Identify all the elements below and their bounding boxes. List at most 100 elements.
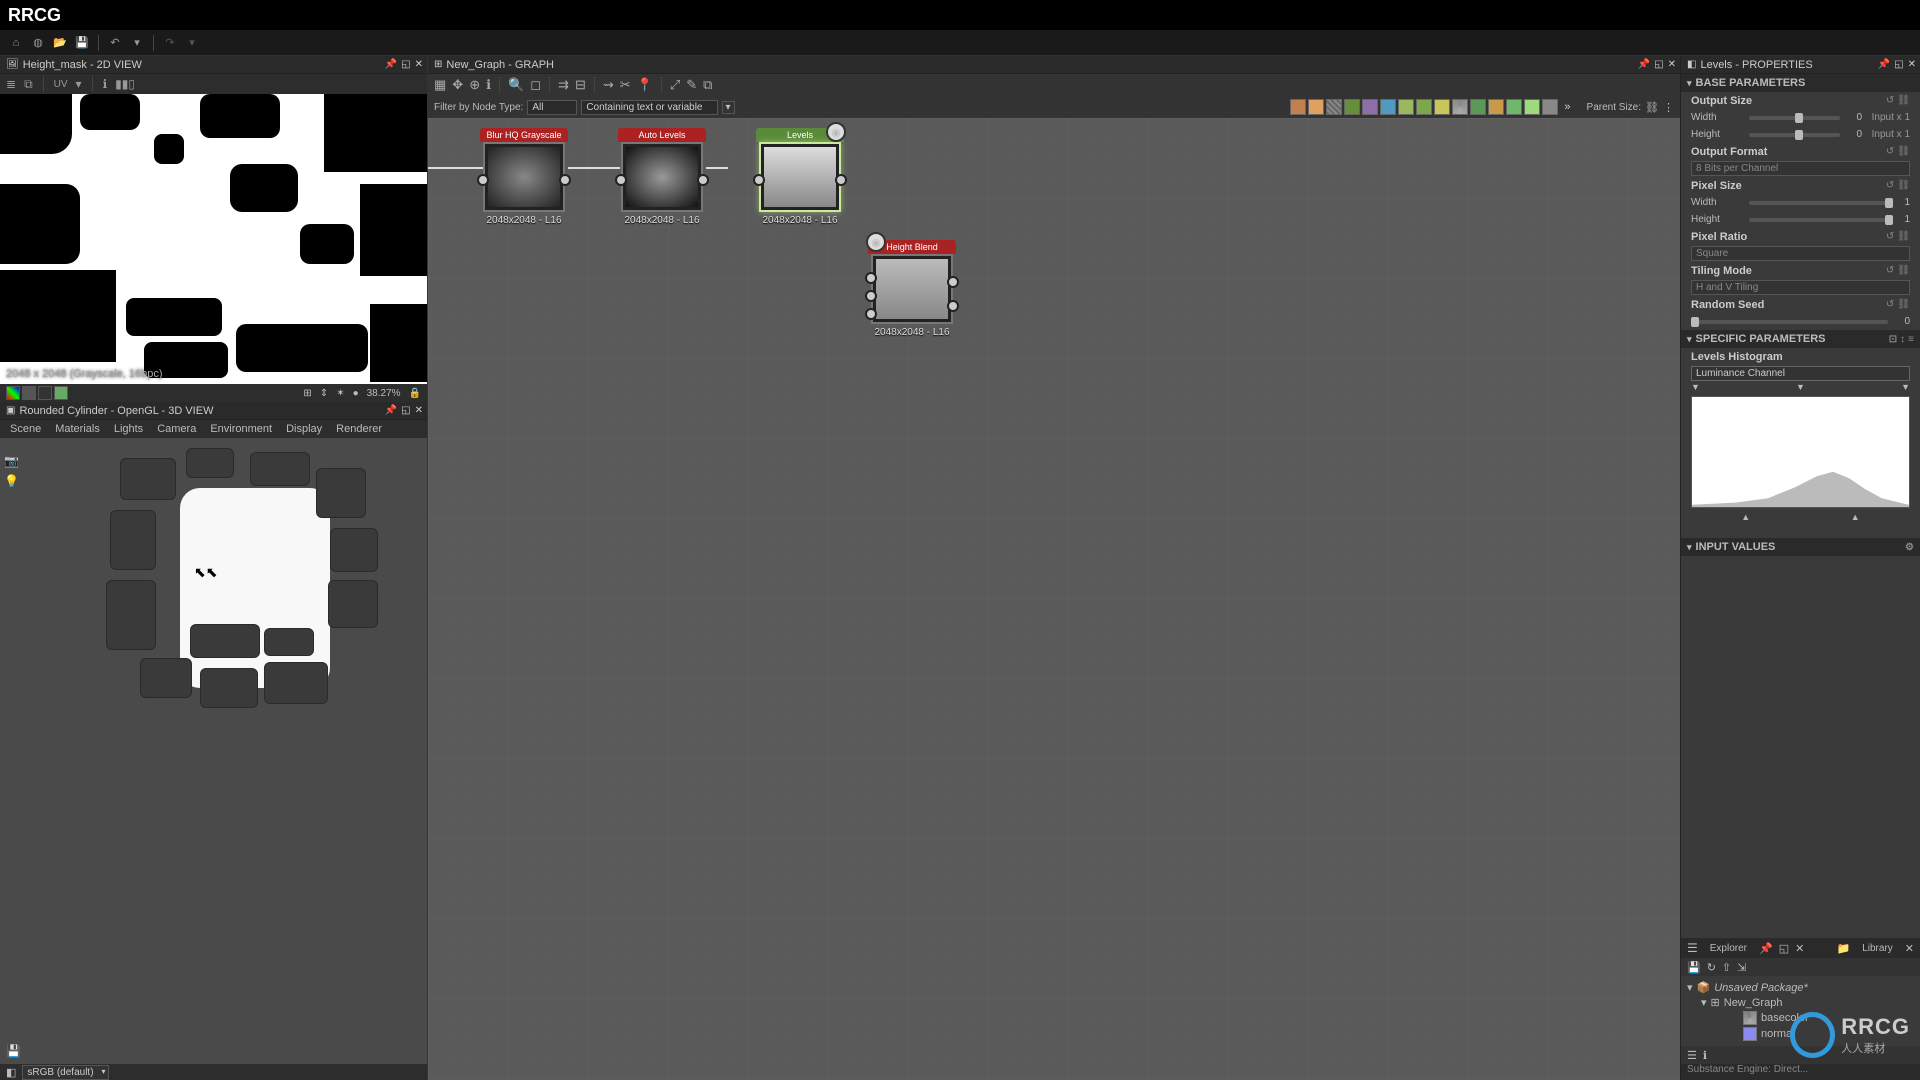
palette-item[interactable] [1308, 99, 1324, 115]
tool-link-icon[interactable]: ⇝ [603, 77, 614, 93]
tool-pin2-icon[interactable]: 📍 [637, 77, 653, 93]
pin-icon[interactable]: 📌 [385, 405, 397, 416]
port-out[interactable] [947, 300, 959, 312]
tree-package[interactable]: ▾ 📦 Unsaved Package* [1687, 980, 1914, 995]
palette-item[interactable] [1506, 99, 1522, 115]
port-in[interactable] [865, 290, 877, 302]
tiling-mode-dropdown[interactable]: H and V Tiling [1691, 280, 1910, 295]
link-icon[interactable]: ⛓ [1897, 265, 1910, 276]
uv-label[interactable]: UV [54, 79, 68, 90]
center-icon[interactable]: ✶ [336, 388, 344, 399]
node-autolevels[interactable]: Auto Levels 2048x2048 - L16 [618, 128, 706, 226]
tool-edit-icon[interactable]: ✎ [686, 77, 697, 93]
link-icon[interactable]: ⛓ [1897, 146, 1910, 157]
undo-drop-icon[interactable]: ▾ [129, 35, 145, 51]
tab-explorer[interactable]: Explorer [1704, 941, 1753, 956]
output-format-dropdown[interactable]: 8 Bits per Channel [1691, 161, 1910, 176]
port-out[interactable] [697, 174, 709, 186]
ps-width-slider[interactable] [1749, 201, 1888, 205]
tri-out-left-icon[interactable]: ▲ [1741, 512, 1750, 522]
refresh-icon[interactable]: ↻ [1707, 961, 1716, 974]
popout-icon[interactable]: ◱ [401, 59, 410, 70]
colorspace-dropdown[interactable]: sRGB (default) [22, 1065, 108, 1080]
save-icon[interactable]: 💾 [74, 35, 90, 51]
upload-icon[interactable]: ⇧ [1722, 961, 1731, 974]
pixel-ratio-dropdown[interactable]: Square [1691, 246, 1910, 261]
pin-icon[interactable]: 📌 [1759, 942, 1773, 955]
port-in[interactable] [615, 174, 627, 186]
menu-camera[interactable]: Camera [157, 423, 196, 435]
tool-crop-icon[interactable]: ⧉ [703, 77, 712, 93]
tool-zoom-icon[interactable]: ⊕ [469, 77, 480, 93]
palette-item[interactable] [1398, 99, 1414, 115]
copy-icon[interactable]: ⧉ [24, 77, 33, 92]
close-icon[interactable]: ✕ [415, 59, 423, 70]
palette-item[interactable] [1416, 99, 1432, 115]
tri-out-right-icon[interactable]: ▲ [1851, 512, 1860, 522]
menu-scene[interactable]: Scene [10, 423, 41, 435]
histogram-icon[interactable]: ▮▮▯ [115, 77, 135, 91]
save-icon[interactable]: 💾 [1687, 961, 1701, 974]
tool-expand-icon[interactable]: ⤢ [670, 77, 680, 93]
palette-item[interactable] [1488, 99, 1504, 115]
grid-toggle-icon[interactable]: ⊞ [303, 388, 311, 399]
menu-display[interactable]: Display [286, 423, 322, 435]
height-slider[interactable] [1749, 133, 1840, 137]
input-values-header[interactable]: ▾ INPUT VALUES ⚙ [1681, 538, 1920, 556]
popout-icon[interactable]: ◱ [1894, 59, 1903, 70]
filter-type-dropdown[interactable]: All [527, 100, 577, 115]
swatch-green[interactable] [54, 386, 68, 400]
menu-environment[interactable]: Environment [210, 423, 272, 435]
specific-parameters-header[interactable]: ▾ SPECIFIC PARAMETERS ⊡↕≡ [1681, 330, 1920, 348]
tool-arrange-icon[interactable]: ⊟ [575, 77, 586, 93]
popout-icon[interactable]: ◱ [401, 405, 410, 416]
link-icon[interactable]: ⛓ [1897, 95, 1910, 106]
swatch-rgb[interactable] [6, 386, 20, 400]
palette-item[interactable] [1344, 99, 1360, 115]
pin-icon[interactable]: 📌 [1638, 59, 1650, 70]
close-icon[interactable]: ✕ [415, 405, 423, 416]
levels-histogram[interactable] [1691, 396, 1910, 508]
reset-icon[interactable]: ↺ [1886, 265, 1894, 276]
close-icon[interactable]: ✕ [1905, 942, 1914, 955]
channel-dropdown[interactable]: Luminance Channel [1691, 366, 1910, 381]
palette-item[interactable] [1326, 99, 1342, 115]
dot-icon[interactable]: ● [353, 388, 359, 399]
popout-icon[interactable]: ◱ [1779, 942, 1789, 955]
tree-graph[interactable]: ▾ ⊞ New_Graph [1687, 995, 1914, 1010]
node-heightblend[interactable]: Height Blend 2048x2048 - L16 ◉ [868, 240, 956, 338]
tri-right-icon[interactable]: ▼ [1901, 382, 1910, 392]
node-badge-icon[interactable]: ◉ [866, 232, 886, 252]
popout-icon[interactable]: ◱ [1654, 59, 1663, 70]
parent-size-icon[interactable]: ⛓ [1645, 101, 1659, 114]
colorspace-icon[interactable]: ◧ [6, 1066, 16, 1079]
home-icon[interactable]: ⌂ [8, 35, 24, 51]
port-in[interactable] [865, 308, 877, 320]
port-out[interactable] [559, 174, 571, 186]
parent-size-icon2[interactable]: ⋮ [1663, 101, 1674, 114]
tool-select-icon[interactable]: ▦ [434, 77, 446, 93]
palette-item[interactable] [1470, 99, 1486, 115]
filter-text-dropdown[interactable]: Containing text or variable [581, 100, 717, 115]
view3d-canvas[interactable]: 📷 💡 ⬉⬉ 💾 [0, 438, 427, 1064]
folder-icon[interactable]: 📁 [1837, 942, 1851, 955]
port-in[interactable] [753, 174, 765, 186]
palette-item[interactable] [1380, 99, 1396, 115]
reset-icon[interactable]: ↺ [1886, 146, 1894, 157]
link-icon[interactable]: ⛓ [1897, 231, 1910, 242]
info-icon[interactable]: ℹ [1703, 1049, 1707, 1062]
menu-materials[interactable]: Materials [55, 423, 100, 435]
link-icon[interactable]: ⛓ [1897, 180, 1910, 191]
palette-item[interactable] [1434, 99, 1450, 115]
fit-icon[interactable]: ⇕ [320, 388, 328, 399]
port-in[interactable] [477, 174, 489, 186]
pin-icon[interactable]: 📌 [1878, 59, 1890, 70]
port-in[interactable] [865, 272, 877, 284]
info-icon[interactable]: ℹ [103, 77, 108, 91]
palette-item[interactable] [1290, 99, 1306, 115]
tool-frame-icon[interactable]: ◻ [530, 77, 541, 93]
tri-left-icon[interactable]: ▼ [1691, 382, 1700, 392]
base-parameters-header[interactable]: ▾ BASE PARAMETERS [1681, 74, 1920, 92]
redo-icon[interactable]: ↷ [162, 35, 178, 51]
save-3d-icon[interactable]: 💾 [6, 1044, 21, 1058]
